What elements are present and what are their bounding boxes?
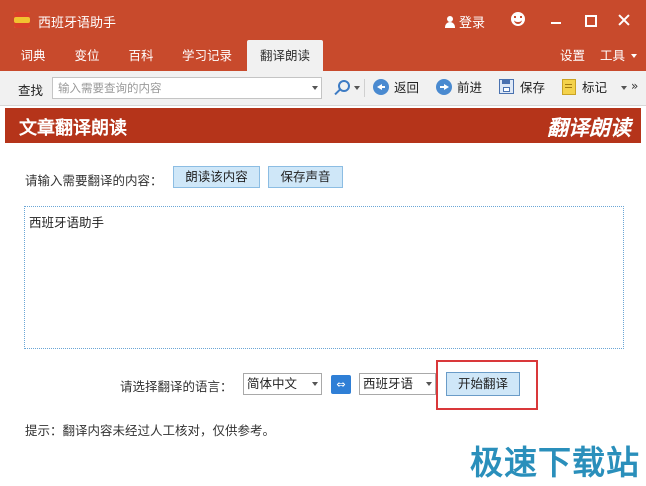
login-label: 登录 [459,16,486,31]
read-aloud-button[interactable]: 朗读该内容 [173,166,260,188]
input-prompt: 请输入需要翻译的内容： [25,173,163,188]
mark-chevron-icon[interactable] [621,86,627,90]
mark-button[interactable]: 标记 [562,79,607,97]
tab-conjugation[interactable]: 变位 [62,40,112,71]
tab-study-history[interactable]: 学习记录 [172,40,242,71]
feedback-smile-icon[interactable] [511,12,525,26]
language-label: 请选择翻译的语言： [120,379,233,394]
search-options-chevron-icon[interactable] [354,86,360,90]
banner-brand: 翻译朗读 [547,116,631,140]
save-label: 保存 [520,80,546,95]
maximize-button[interactable] [580,10,600,30]
translate-input-area[interactable]: 西班牙语助手 [24,206,624,349]
back-label: 返回 [394,80,420,95]
chevron-down-icon [631,54,638,58]
save-button[interactable]: 保存 [499,79,545,97]
floppy-disk-icon [499,79,514,94]
forward-label: 前进 [457,80,483,95]
back-button[interactable]: 返回 [373,79,419,97]
target-language-value: 西班牙语 [363,376,414,391]
search-combobox[interactable] [52,77,322,99]
window-title: 西班牙语助手 [38,16,117,31]
target-language-select[interactable]: 西班牙语 [359,373,436,395]
source-language-value: 简体中文 [247,376,298,391]
tools-menu[interactable]: 工具 [600,40,638,71]
mark-label: 标记 [582,80,608,95]
search-input[interactable] [58,80,303,96]
tab-encyclopedia[interactable]: 百科 [116,40,166,71]
tab-translate-read[interactable]: 翻译朗读 [247,40,323,71]
settings-menu[interactable]: 设置 [560,40,585,71]
input-text: 西班牙语助手 [29,215,105,230]
bookmark-note-icon [562,79,576,95]
chevron-down-icon[interactable] [312,86,318,90]
chevron-down-icon [426,382,432,386]
hint-text: 提示：翻译内容未经过人工核对，仅供参考。 [25,423,276,438]
close-button[interactable] [614,10,634,30]
tools-label: 工具 [600,48,626,63]
banner-title: 文章翻译朗读 [19,118,127,139]
more-button[interactable]: » [631,79,638,93]
title-bar: 西班牙语助手 登录 [0,0,646,40]
save-audio-button[interactable]: 保存声音 [268,166,343,188]
search-label: 查找 [18,83,44,98]
app-flag-icon [14,12,30,28]
forward-arrow-icon [436,79,452,95]
back-arrow-icon [373,79,389,95]
site-watermark: 极速下载站 [470,443,640,482]
search-icon[interactable] [333,79,351,97]
chevron-down-icon [312,382,318,386]
login-button[interactable]: 登录 [444,12,485,31]
menu-bar: 词典 变位 百科 学习记录 翻译朗读 设置 工具 [0,40,646,71]
toolbar: 查找 返回 前进 保存 标记 » [0,71,646,106]
tab-dictionary[interactable]: 词典 [8,40,58,71]
forward-button[interactable]: 前进 [436,79,482,97]
user-icon [444,16,456,28]
start-translate-button[interactable]: 开始翻译 [446,372,520,396]
section-banner: 文章翻译朗读 翻译朗读 [5,108,641,143]
divider [364,79,365,97]
minimize-button[interactable] [546,10,566,30]
swap-languages-button[interactable]: ⇔ [331,375,351,394]
source-language-select[interactable]: 简体中文 [243,373,322,395]
